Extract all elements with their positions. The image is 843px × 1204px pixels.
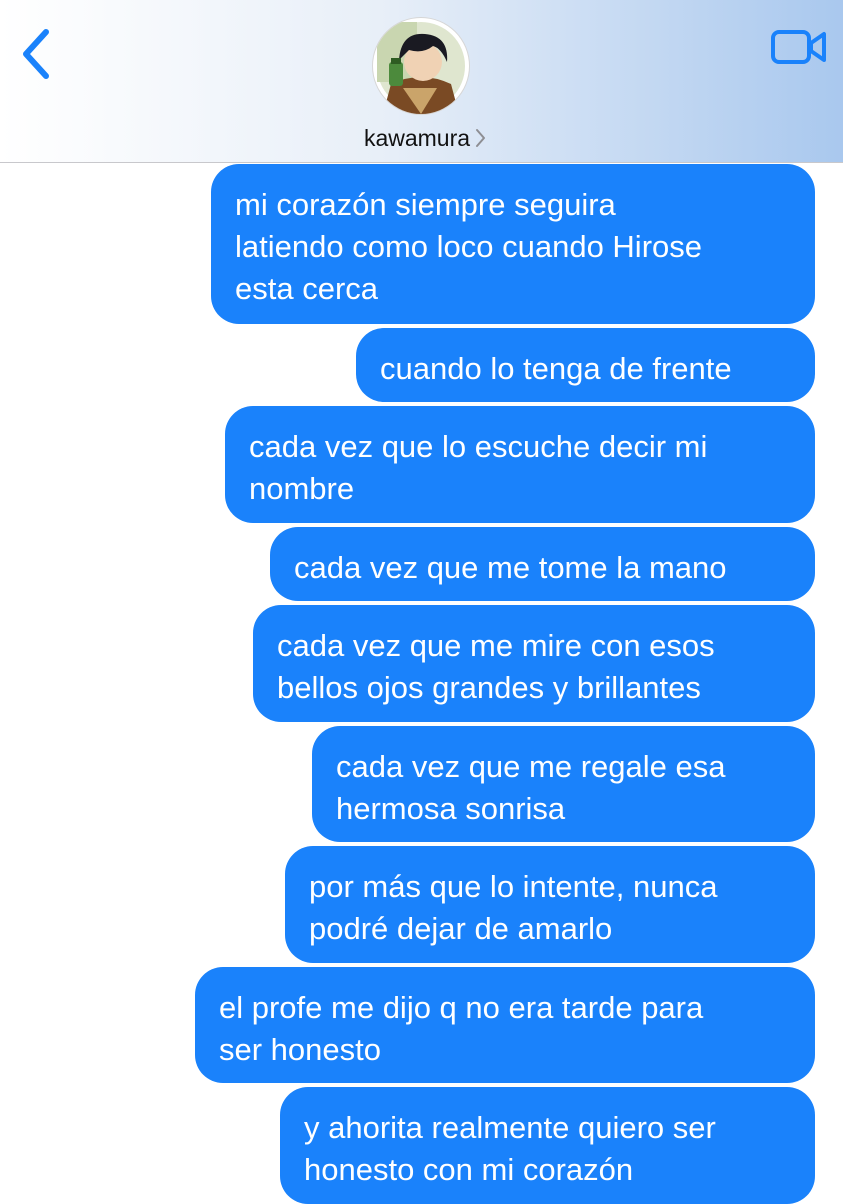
- message-line: mi corazón siempre seguira: [235, 187, 616, 222]
- message-line: el profe me dijo q no era tarde para: [219, 990, 704, 1025]
- message-line: nombre: [249, 471, 355, 506]
- message-line: ser honesto: [219, 1032, 381, 1067]
- message-bubble[interactable]: cada vez que lo escuche decir mi nombre: [225, 406, 815, 523]
- message-line: cuando lo tenga de frente: [380, 351, 732, 386]
- message-bubble[interactable]: cada vez que me mire con esos bellos ojo…: [253, 605, 815, 722]
- message-line: cada vez que me tome la mano: [294, 550, 727, 585]
- message-line: latiendo como loco cuando Hirose: [235, 229, 702, 264]
- message-bubble[interactable]: cada vez que me tome la mano: [270, 527, 815, 601]
- message-line: cada vez que me regale esa: [336, 749, 726, 784]
- message-line: bellos ojos grandes y brillantes: [277, 670, 701, 705]
- message-bubble[interactable]: cada vez que me regale esa hermosa sonri…: [312, 726, 815, 842]
- message-line: hermosa sonrisa: [336, 791, 566, 826]
- message-bubble[interactable]: y ahorita realmente quiero ser honesto c…: [280, 1087, 815, 1204]
- message-line: esta cerca: [235, 271, 379, 306]
- message-line: cada vez que lo escuche decir mi: [249, 429, 708, 464]
- message-line: cada vez que me mire con esos: [277, 628, 715, 663]
- message-list: mi corazón siempre seguira latiendo como…: [0, 0, 843, 1204]
- message-line: honesto con mi corazón: [304, 1152, 634, 1187]
- message-bubble[interactable]: por más que lo intente, nunca podré deja…: [285, 846, 815, 963]
- message-bubble[interactable]: el profe me dijo q no era tarde para ser…: [195, 967, 815, 1083]
- message-line: por más que lo intente, nunca: [309, 869, 718, 904]
- message-bubble[interactable]: mi corazón siempre seguira latiendo como…: [211, 164, 815, 324]
- message-line: y ahorita realmente quiero ser: [304, 1110, 716, 1145]
- message-bubble[interactable]: cuando lo tenga de frente: [356, 328, 815, 402]
- message-line: podré dejar de amarlo: [309, 911, 613, 946]
